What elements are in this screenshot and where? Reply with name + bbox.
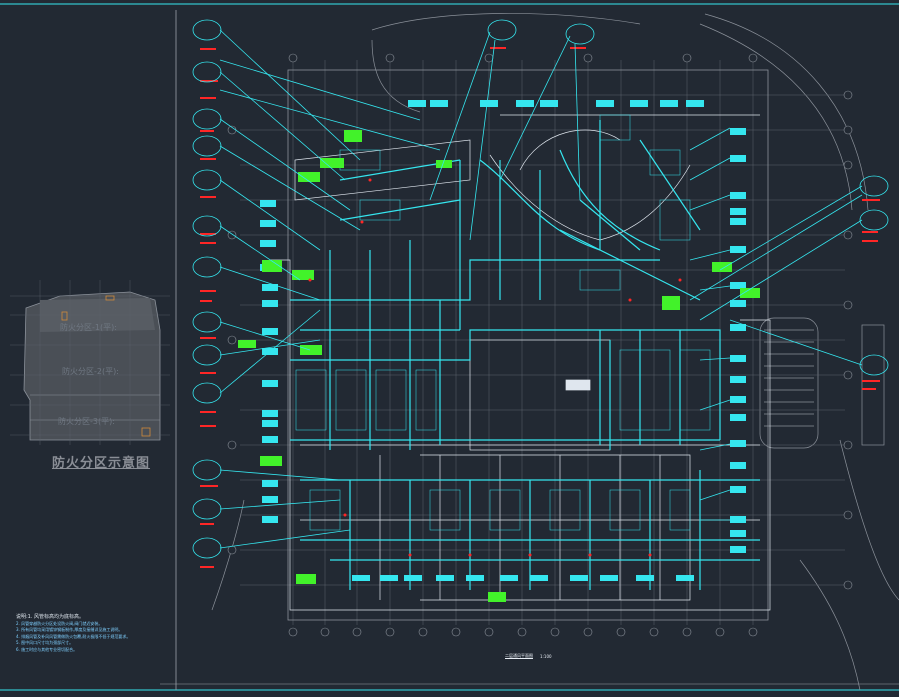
equipment-tags <box>260 100 746 581</box>
keyplan-zone3-label: 防火分区-3(平): <box>58 417 115 426</box>
keyplan-title: 防火分区示意图 <box>52 456 151 471</box>
keyplan-zone1-label: 防火分区-1(平): <box>60 323 117 332</box>
building-walls <box>270 114 771 611</box>
design-notes: 说明:1. 风管标高均为底标高。 2. 风管穿越防火分区处设防火阀,阀门就近安装… <box>16 614 176 653</box>
fire-damper-marks <box>200 47 880 568</box>
duct-network <box>290 120 760 590</box>
plan-title: 二层通风平面图 <box>505 653 533 659</box>
fan-tags <box>238 130 760 602</box>
note-line: 6. 施工时应与其他专业密切配合。 <box>16 646 78 652</box>
keyplan-zone2-label: 防火分区-2(平): <box>62 367 119 376</box>
left-callouts <box>192 19 441 559</box>
cad-drawing-canvas[interactable] <box>0 0 899 697</box>
plan-title-text: 二层通风平面图 <box>505 653 533 659</box>
plan-scale: 1:100 <box>540 654 552 659</box>
